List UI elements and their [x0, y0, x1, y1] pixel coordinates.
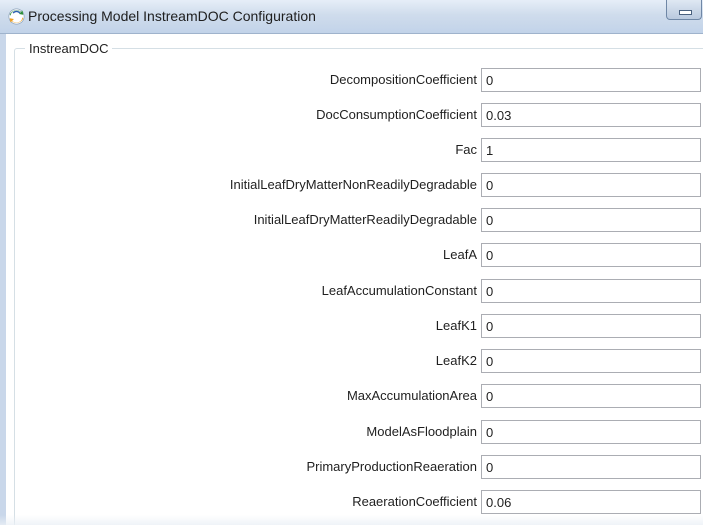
field-row: ModelAsFloodplain — [15, 420, 703, 444]
field-row: LeafA — [15, 243, 703, 267]
leaf-k1-input[interactable] — [481, 314, 701, 338]
field-label-leaf-k1: LeafK1 — [435, 318, 477, 333]
field-row: ReaerationCoefficient — [15, 490, 703, 514]
reaeration-coefficient-input[interactable] — [481, 490, 701, 514]
field-label-leaf-accumulation-constant: LeafAccumulationConstant — [321, 283, 477, 298]
field-row: LeafAccumulationConstant — [15, 279, 703, 303]
field-row: InitialLeafDryMatterReadilyDegradable — [15, 208, 703, 232]
field-label-fac: Fac — [455, 142, 477, 157]
field-label-doc-consumption-coefficient: DocConsumptionCoefficient — [316, 107, 477, 122]
initial-leaf-dry-matter-non-readily-degradable-input[interactable] — [481, 173, 701, 197]
leaf-k2-input[interactable] — [481, 349, 701, 373]
leaf-accumulation-constant-input[interactable] — [481, 279, 701, 303]
field-label-initial-leaf-dry-matter-non-readily-degradable: InitialLeafDryMatterNonReadilyDegradable — [229, 177, 477, 192]
field-label-decomposition-coefficient: DecompositionCoefficient — [329, 72, 477, 87]
instreamdoc-groupbox: InstreamDOC DecompositionCoefficient Doc… — [14, 41, 703, 525]
field-label-leaf-a: LeafA — [443, 247, 477, 262]
fac-input[interactable] — [481, 138, 701, 162]
model-as-floodplain-input[interactable] — [481, 420, 701, 444]
primary-production-reaeration-input[interactable] — [481, 455, 701, 479]
field-row: LeafK1 — [15, 314, 703, 338]
leaf-a-input[interactable] — [481, 243, 701, 267]
field-row: LeafK2 — [15, 349, 703, 373]
field-row: DecompositionCoefficient — [15, 68, 703, 92]
field-label-leaf-k2: LeafK2 — [435, 353, 477, 368]
title-bar[interactable]: Processing Model InstreamDOC Configurati… — [0, 0, 703, 34]
field-row: InitialLeafDryMatterNonReadilyDegradable — [15, 173, 703, 197]
field-row: Fac — [15, 138, 703, 162]
config-content: InstreamDOC DecompositionCoefficient Doc… — [0, 34, 703, 525]
max-accumulation-area-input[interactable] — [481, 384, 701, 408]
decomposition-coefficient-input[interactable] — [481, 68, 701, 92]
field-label-initial-leaf-dry-matter-readily-degradable: InitialLeafDryMatterReadilyDegradable — [253, 212, 477, 227]
sync-logo-icon — [8, 8, 25, 25]
field-label-max-accumulation-area: MaxAccumulationArea — [346, 388, 477, 403]
minimize-button[interactable] — [666, 0, 702, 20]
field-row: DocConsumptionCoefficient — [15, 103, 703, 127]
doc-consumption-coefficient-input[interactable] — [481, 103, 701, 127]
field-label-reaeration-coefficient: ReaerationCoefficient — [352, 494, 477, 509]
window-title: Processing Model InstreamDOC Configurati… — [28, 8, 316, 24]
field-row: PrimaryProductionReaeration — [15, 455, 703, 479]
config-window: Processing Model InstreamDOC Configurati… — [0, 0, 703, 525]
group-label: InstreamDOC — [25, 41, 113, 56]
initial-leaf-dry-matter-readily-degradable-input[interactable] — [481, 208, 701, 232]
minimize-icon — [679, 10, 692, 15]
field-row: MaxAccumulationArea — [15, 384, 703, 408]
field-label-model-as-floodplain: ModelAsFloodplain — [366, 424, 477, 439]
field-label-primary-production-reaeration: PrimaryProductionReaeration — [306, 459, 477, 474]
